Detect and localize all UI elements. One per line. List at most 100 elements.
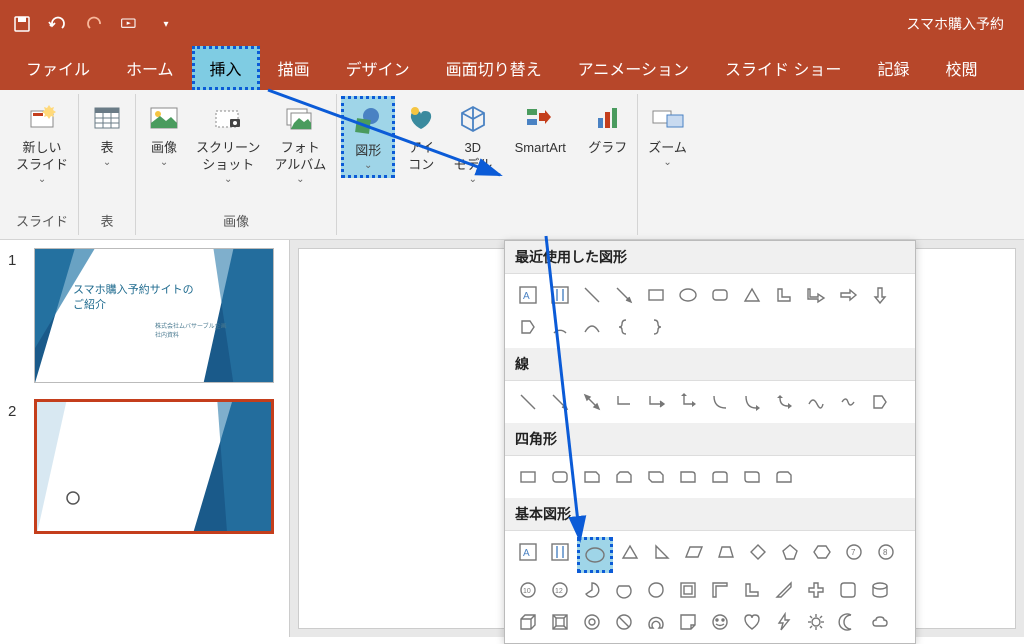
tab-animations[interactable]: アニメーション — [560, 46, 707, 90]
shape-curve-free[interactable] — [801, 387, 831, 417]
shape-diamond[interactable] — [743, 537, 773, 567]
shape-round2-rect[interactable] — [705, 462, 735, 492]
shape-right-brace[interactable] — [641, 312, 671, 342]
shape-frame[interactable] — [673, 575, 703, 605]
shape-textbox-vertical[interactable] — [545, 280, 575, 310]
shape-trapezoid[interactable] — [711, 537, 741, 567]
shape-lightning[interactable] — [769, 607, 799, 637]
shape-octagon[interactable]: 8 — [871, 537, 901, 567]
thumbnail-slide-1[interactable]: 1 スマホ購入予約サイトの ご紹介 株式会社ムバサーブル企画 社内資料 — [8, 248, 281, 383]
tab-record[interactable]: 記録 — [859, 46, 927, 90]
tab-review[interactable]: 校閲 — [927, 46, 995, 90]
shape-snip2-rect[interactable] — [609, 462, 639, 492]
shape-smiley[interactable] — [705, 607, 735, 637]
shape-line-arrow[interactable] — [609, 280, 639, 310]
table-button[interactable]: 表 ⌄ — [83, 96, 131, 172]
shape-half-frame[interactable] — [705, 575, 735, 605]
shape-pentagon[interactable] — [775, 537, 805, 567]
photo-album-button[interactable]: フォト アルバム ⌄ — [268, 96, 332, 189]
shape-plus[interactable] — [801, 575, 831, 605]
shape-scribble[interactable] — [833, 387, 863, 417]
shape-elbow-arrow[interactable] — [641, 387, 671, 417]
tab-draw[interactable]: 描画 — [260, 46, 328, 90]
shape-curved-arrow[interactable] — [737, 387, 767, 417]
tab-slideshow[interactable]: スライド ショー — [707, 46, 859, 90]
save-icon[interactable] — [12, 14, 32, 34]
shape-diag-stripe[interactable] — [769, 575, 799, 605]
shape-curved-connector[interactable] — [705, 387, 735, 417]
shape-round-diag-rect[interactable] — [737, 462, 767, 492]
shape-heptagon[interactable]: 7 — [839, 537, 869, 567]
shape-elbow-double[interactable] — [673, 387, 703, 417]
3d-models-button[interactable]: 3D モデル ⌄ — [447, 96, 498, 189]
shape-left-brace[interactable] — [609, 312, 639, 342]
new-slide-button[interactable]: 新しい スライド ⌄ — [10, 96, 74, 189]
tab-insert[interactable]: 挿入 — [192, 46, 260, 90]
shape-round-rect[interactable] — [545, 462, 575, 492]
shape-oval[interactable] — [577, 537, 613, 573]
shape-rounded-rect[interactable] — [705, 280, 735, 310]
image-button[interactable]: 画像 ⌄ — [140, 96, 188, 172]
shape-curved-double[interactable] — [769, 387, 799, 417]
start-from-beginning-icon[interactable] — [120, 14, 140, 34]
shape-line[interactable] — [513, 387, 543, 417]
tab-file[interactable]: ファイル — [8, 46, 108, 90]
shape-freeform[interactable] — [513, 312, 543, 342]
shape-rect[interactable] — [513, 462, 543, 492]
shape-line-double-arrow[interactable] — [577, 387, 607, 417]
shape-arrow-elbow[interactable] — [801, 280, 831, 310]
zoom-button[interactable]: ズーム ⌄ — [642, 96, 693, 172]
shape-teardrop[interactable] — [641, 575, 671, 605]
shape-dodecagon[interactable]: 12 — [545, 575, 575, 605]
shape-bevel[interactable] — [545, 607, 575, 637]
shape-textbox[interactable]: A — [513, 537, 543, 567]
shape-pie[interactable] — [577, 575, 607, 605]
shape-hexagon[interactable] — [807, 537, 837, 567]
shape-moon[interactable] — [833, 607, 863, 637]
screenshot-button[interactable]: スクリーン ショット ⌄ — [190, 96, 266, 189]
shape-l-shape[interactable] — [737, 575, 767, 605]
shape-round1-rect[interactable] — [673, 462, 703, 492]
tab-home[interactable]: ホーム — [108, 46, 192, 90]
redo-icon[interactable] — [84, 14, 104, 34]
undo-icon[interactable] — [48, 14, 68, 34]
shape-arrow-right[interactable] — [833, 280, 863, 310]
shape-freeform-poly[interactable] — [865, 387, 895, 417]
shape-heart[interactable] — [737, 607, 767, 637]
shape-snip-round-rect[interactable] — [769, 462, 799, 492]
icons-button[interactable]: アイ コン — [397, 96, 445, 178]
tab-transitions[interactable]: 画面切り替え — [428, 46, 560, 90]
shape-can[interactable] — [865, 575, 895, 605]
qat-customize-icon[interactable]: ▾ — [156, 14, 176, 34]
shape-line-arrow[interactable] — [545, 387, 575, 417]
shape-rectangle[interactable] — [641, 280, 671, 310]
shape-no-symbol[interactable] — [609, 607, 639, 637]
shape-cloud[interactable] — [865, 607, 895, 637]
tab-design[interactable]: デザイン — [328, 46, 428, 90]
shape-sun[interactable] — [801, 607, 831, 637]
shape-l-shape[interactable] — [769, 280, 799, 310]
shapes-button[interactable]: 図形 ⌄ — [341, 96, 395, 178]
shape-textbox-v[interactable] — [545, 537, 575, 567]
shape-triangle[interactable] — [737, 280, 767, 310]
thumbnail-slide-2[interactable]: 2 — [8, 399, 281, 534]
shape-textbox[interactable]: A — [513, 280, 543, 310]
shape-block-arc[interactable] — [641, 607, 671, 637]
shape-arrow-down[interactable] — [865, 280, 895, 310]
shape-curve[interactable] — [577, 312, 607, 342]
shape-snip-rect[interactable] — [577, 462, 607, 492]
chart-button[interactable]: グラフ — [582, 96, 633, 161]
shape-parallelogram[interactable] — [679, 537, 709, 567]
shape-plaque[interactable] — [833, 575, 863, 605]
shape-snip-diag-rect[interactable] — [641, 462, 671, 492]
shape-triangle[interactable] — [615, 537, 645, 567]
shape-line[interactable] — [577, 280, 607, 310]
shape-chord[interactable] — [609, 575, 639, 605]
shape-elbow-connector[interactable] — [609, 387, 639, 417]
shape-decagon[interactable]: 10 — [513, 575, 543, 605]
shape-arc[interactable] — [545, 312, 575, 342]
shape-cube[interactable] — [513, 607, 543, 637]
shape-folded-corner[interactable] — [673, 607, 703, 637]
smartart-button[interactable]: SmartArt — [500, 96, 580, 161]
shape-right-triangle[interactable] — [647, 537, 677, 567]
